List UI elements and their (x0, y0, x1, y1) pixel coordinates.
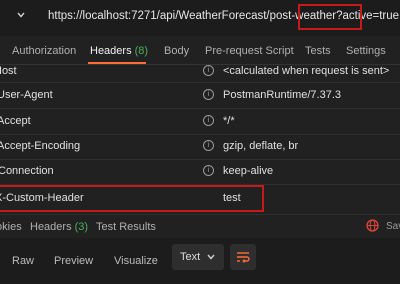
header-row-host[interactable]: Host i <calculated when request is sent> (0, 58, 400, 83)
save-response-label[interactable]: Save (386, 221, 400, 232)
url-query-highlight (298, 4, 362, 30)
tab-pre-request-script[interactable]: Pre-request Script (205, 45, 294, 57)
header-key: Host (0, 65, 17, 77)
header-key: Accept (0, 115, 31, 127)
header-value: gzip, deflate, br (223, 140, 299, 152)
header-key: Accept-Encoding (0, 140, 81, 152)
preview-button[interactable]: Preview (54, 255, 93, 267)
header-value: keep-alive (223, 165, 274, 177)
chevron-down-icon (207, 254, 215, 260)
chevron-down-icon[interactable] (16, 10, 26, 20)
header-row-accept[interactable]: Accept i */* (0, 109, 400, 135)
tab-headers[interactable]: Headers (8) (90, 45, 148, 57)
info-icon[interactable]: i (203, 165, 214, 176)
info-icon[interactable]: i (203, 115, 214, 126)
headers-count: (8) (134, 45, 149, 57)
header-value: PostmanRuntime/7.37.3 (223, 89, 342, 101)
format-select[interactable]: Text (172, 244, 224, 270)
tab-test-results[interactable]: Test Results (96, 221, 156, 233)
wrap-lines-icon (237, 252, 250, 263)
custom-header-highlight (0, 185, 264, 212)
tab-response-headers[interactable]: Headers (3) (30, 221, 88, 233)
info-icon[interactable]: i (203, 89, 214, 100)
header-key: Connection (0, 165, 54, 177)
raw-button[interactable]: Raw (12, 255, 34, 267)
tab-authorization[interactable]: Authorization (12, 45, 76, 57)
tab-tests[interactable]: Tests (305, 45, 331, 57)
tab-cookies[interactable]: Cookies (0, 221, 22, 233)
header-row-connection[interactable]: Connection i keep-alive (0, 159, 400, 185)
response-headers-count: (3) (74, 221, 89, 233)
wrap-lines-button[interactable] (230, 244, 256, 270)
globe-icon[interactable] (366, 219, 379, 232)
header-value: */* (223, 115, 235, 127)
info-icon[interactable]: i (203, 140, 214, 151)
tab-body[interactable]: Body (164, 45, 189, 57)
header-row-user-agent[interactable]: User-Agent i PostmanRuntime/7.37.3 (0, 83, 400, 109)
header-value: <calculated when request is sent> (223, 65, 390, 77)
header-row-accept-encoding[interactable]: Accept-Encoding i gzip, deflate, br (0, 134, 400, 160)
format-select-value: Text (180, 251, 201, 263)
tab-settings[interactable]: Settings (346, 45, 386, 57)
response-tabs: Cookies Headers (3) Test Results (0, 214, 400, 239)
info-icon[interactable]: i (203, 65, 214, 76)
header-key: User-Agent (0, 89, 53, 101)
visualize-button[interactable]: Visualize (114, 255, 158, 267)
